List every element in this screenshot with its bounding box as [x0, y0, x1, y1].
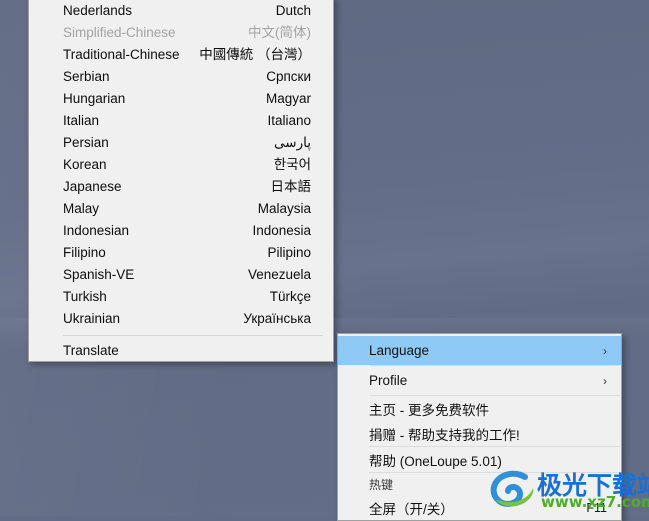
language-item-english: Nederlands	[63, 3, 133, 18]
language-item[interactable]: Italian Italiano	[29, 110, 333, 132]
language-item[interactable]: Nederlands Dutch	[29, 0, 333, 22]
language-item-native: Indonesia	[252, 223, 311, 238]
language-item-english: Spanish-VE	[63, 267, 135, 282]
language-item[interactable]: Korean 한국어	[29, 154, 333, 176]
language-item-native: Türkçe	[269, 289, 311, 304]
language-item[interactable]: Persian پارسی	[29, 132, 333, 154]
menu-item-homepage-label: 主页 - 更多免费软件	[369, 402, 489, 418]
language-item-native: 中國傳統 （台灣）	[199, 47, 311, 62]
menu-item-language-label: Language	[369, 343, 430, 358]
language-item-english: Simplified-Chinese	[63, 25, 176, 40]
language-item-english: Persian	[63, 135, 109, 150]
language-item-english: Malay	[63, 201, 100, 216]
menu-item-donate-label: 捐赠 - 帮助支持我的工作!	[369, 427, 520, 443]
language-item[interactable]: Filipino Pilipino	[29, 242, 333, 264]
language-item-english: Japanese	[63, 179, 122, 194]
menu-item-homepage[interactable]: 主页 - 更多免费软件	[338, 396, 621, 421]
language-item[interactable]: Spanish-VE Venezuela	[29, 264, 333, 286]
language-item-english: Filipino	[63, 245, 106, 260]
language-item-english: Turkish	[63, 289, 107, 304]
language-item: Simplified-Chinese 中文(简体)	[29, 22, 333, 44]
language-item-native: Venezuela	[247, 267, 311, 282]
menu-item-profile[interactable]: Profile ›	[338, 366, 621, 395]
menu-section-hotkeys-label: 热键	[369, 477, 394, 492]
language-item-english: Ukrainian	[63, 311, 121, 326]
language-item-english: Indonesian	[63, 223, 130, 238]
menu-item-fullscreen-label: 全屏（开/关）	[369, 501, 454, 517]
language-item-native: پارسی	[274, 135, 311, 150]
menu-item-fullscreen-shortcut: F11	[586, 500, 607, 515]
context-menu-panel: Language › Profile › 主页 - 更多免费软件 捐赠 - 帮助…	[337, 333, 622, 521]
chevron-right-icon: ›	[603, 373, 607, 388]
language-item-native: Српски	[266, 69, 311, 84]
menu-item-donate[interactable]: 捐赠 - 帮助支持我的工作!	[338, 421, 621, 446]
language-item-native: 日本語	[270, 179, 312, 194]
language-item[interactable]: Indonesian Indonesia	[29, 220, 333, 242]
menu-item-language[interactable]: Language ›	[338, 336, 621, 365]
language-menu-separator	[63, 335, 323, 336]
language-item-native: Magyar	[265, 91, 311, 106]
language-item[interactable]: Hungarian Magyar	[29, 88, 333, 110]
menu-item-profile-label: Profile	[369, 373, 408, 388]
language-item[interactable]: Japanese 日本語	[29, 176, 333, 198]
language-item[interactable]: Serbian Српски	[29, 66, 333, 88]
language-item-native: Dutch	[275, 3, 311, 18]
language-item[interactable]: Traditional-Chinese 中國傳統 （台灣）	[29, 44, 333, 66]
language-item-native: 한국어	[273, 157, 311, 172]
language-item-english: Serbian	[63, 69, 110, 84]
menu-item-translate[interactable]: Translate	[29, 340, 333, 362]
language-item-english: Hungarian	[63, 91, 126, 106]
menu-item-help[interactable]: 帮助 (OneLoupe 5.01)	[338, 447, 621, 472]
menu-item-help-label: 帮助 (OneLoupe 5.01)	[369, 453, 502, 469]
language-list: Nederlands Dutch Simplified-Chinese 中文(简体) T…	[29, 0, 333, 330]
menu-section-hotkeys: 热键	[338, 473, 621, 495]
language-item-native: Pilipino	[267, 245, 311, 260]
language-item-english: Italian	[63, 113, 100, 128]
language-item-native: Malaysia	[257, 201, 311, 216]
language-item-english: Traditional-Chinese	[63, 47, 180, 62]
language-item[interactable]: Malay Malaysia	[29, 198, 333, 220]
language-item-native: Italiano	[267, 113, 311, 128]
language-item[interactable]: Turkish Türkçe	[29, 286, 333, 308]
menu-item-fullscreen[interactable]: 全屏（开/关） F11	[338, 495, 621, 520]
language-submenu-panel: Nederlands Dutch Simplified-Chinese 中文(简体) T…	[28, 0, 334, 362]
language-item-english: Korean	[63, 157, 107, 172]
language-item-native: Українська	[243, 311, 311, 326]
chevron-right-icon: ›	[603, 343, 607, 358]
language-item-native: 中文(简体)	[248, 25, 311, 40]
language-item[interactable]: Ukrainian Українська	[29, 308, 333, 330]
